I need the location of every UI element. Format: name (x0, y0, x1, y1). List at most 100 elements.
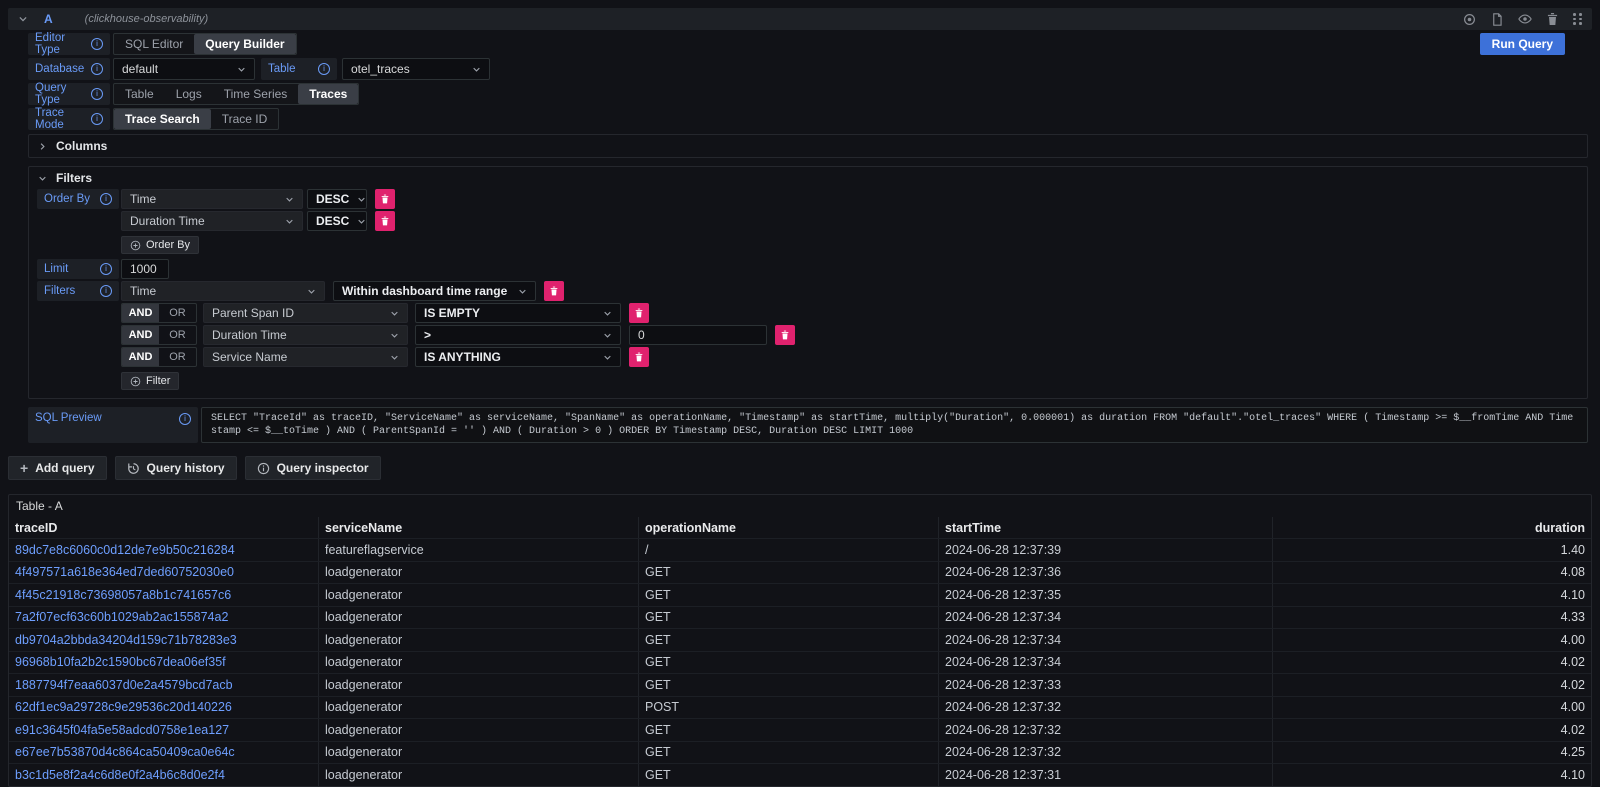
duration-cell: 4.33 (1273, 607, 1591, 629)
filter-field-select[interactable]: Duration Time (203, 325, 408, 345)
query-editor: A (clickhouse-observability) Run Query E… (8, 8, 1592, 443)
chevron-down-icon[interactable] (18, 14, 28, 24)
order-by-field-select[interactable]: Duration Time (121, 211, 303, 231)
query-row-header[interactable]: A (clickhouse-observability) (8, 8, 1592, 30)
database-select[interactable]: default (113, 58, 255, 80)
editor-type-query-builder[interactable]: Query Builder (194, 34, 295, 54)
duration-cell: 4.00 (1273, 629, 1591, 651)
trace-mode-trace-id[interactable]: Trace ID (211, 109, 279, 129)
trace-id-link[interactable]: 62df1ec9a29728c9e29536c20d140226 (15, 700, 232, 714)
query-type-logs[interactable]: Logs (165, 84, 213, 104)
editor-type-group: SQL Editor Query Builder (113, 33, 297, 55)
join-or-option[interactable]: OR (159, 326, 196, 344)
query-type-traces[interactable]: Traces (298, 84, 358, 104)
trace-mode-trace-search[interactable]: Trace Search (114, 109, 211, 129)
table-row: 4f45c21918c73698057a8b1c741657c6 loadgen… (9, 583, 1591, 606)
duration-cell: 4.10 (1273, 764, 1591, 786)
remove-filter-button[interactable] (544, 281, 564, 301)
trace-id-link[interactable]: b3c1d5e8f2a4c6d8e0f2a4b6c8d0e2f4 (15, 768, 225, 782)
run-query-button[interactable]: Run Query (1480, 33, 1565, 55)
table-row: b3c1d5e8f2a4c6d8e0f2a4b6c8d0e2f4 loadgen… (9, 763, 1591, 786)
chevron-down-icon (390, 331, 399, 340)
record-circle-icon[interactable] (1463, 13, 1476, 26)
history-icon (127, 462, 140, 475)
column-header-servicename[interactable]: serviceName (319, 517, 639, 538)
duration-cell: 4.25 (1273, 742, 1591, 764)
trace-id-link[interactable]: e67ee7b53870d4c864ca50409ca0e64c (15, 745, 235, 759)
column-header-operationname[interactable]: operationName (639, 517, 939, 538)
duration-cell: 4.00 (1273, 697, 1591, 719)
table-panel: Table - A traceID serviceName operationN… (8, 494, 1592, 787)
query-history-button[interactable]: Query history (115, 456, 237, 480)
filter-value-input[interactable] (629, 325, 767, 345)
duplicate-query-icon[interactable] (1491, 13, 1503, 26)
trash-icon (635, 352, 643, 362)
editor-type-row: Editor Typei SQL Editor Query Builder (28, 33, 1592, 55)
trace-id-link[interactable]: 7a2f07ecf63c60b1029ab2ac155874a2 (15, 610, 228, 624)
operation-name-cell: GET (639, 629, 939, 651)
info-icon: i (91, 63, 103, 75)
filter-field-select[interactable]: Service Name (203, 347, 408, 367)
service-name-cell: featureflagservice (319, 539, 639, 561)
operation-name-cell: GET (639, 719, 939, 741)
remove-order-by-button[interactable] (375, 189, 395, 209)
operation-name-cell: GET (639, 764, 939, 786)
filter-operator-select[interactable]: IS EMPTY (415, 303, 621, 323)
remove-filter-button[interactable] (629, 347, 649, 367)
join-and-option[interactable]: AND (122, 348, 159, 366)
chevron-down-icon (357, 195, 366, 204)
filter-operator-select[interactable]: > (415, 325, 621, 345)
order-by-direction-select[interactable]: DESC (307, 189, 367, 209)
remove-order-by-button[interactable] (375, 211, 395, 231)
trace-id-link[interactable]: 4f497571a618e364ed7ded60752030e0 (15, 565, 234, 579)
columns-section-header[interactable]: Columns (29, 135, 1587, 157)
limit-input[interactable] (121, 259, 169, 279)
query-type-table[interactable]: Table (114, 84, 165, 104)
plus-icon: + (20, 462, 28, 474)
column-header-traceid[interactable]: traceID (9, 517, 319, 538)
sql-preview-code: SELECT "TraceId" as traceID, "ServiceNam… (201, 407, 1588, 443)
join-or-option[interactable]: OR (159, 304, 196, 322)
panel-title[interactable]: Table - A (9, 495, 1591, 517)
add-query-button[interactable]: + Add query (8, 456, 107, 480)
join-or-option[interactable]: OR (159, 348, 196, 366)
remove-filter-button[interactable] (775, 325, 795, 345)
trace-id-link[interactable]: e91c3645f04fa5e58adcd0758e1ea127 (15, 723, 229, 737)
filter-operator-select[interactable]: IS ANYTHING (415, 347, 621, 367)
join-and-option[interactable]: AND (122, 326, 159, 344)
service-name-cell: loadgenerator (319, 629, 639, 651)
table-row: e67ee7b53870d4c864ca50409ca0e64c loadgen… (9, 741, 1591, 764)
drag-handle-icon[interactable] (1573, 13, 1582, 25)
trace-mode-group: Trace Search Trace ID (113, 108, 279, 130)
filters-section-header[interactable]: Filters (29, 167, 1587, 189)
add-order-by-button[interactable]: Order By (121, 236, 199, 254)
column-header-duration[interactable]: duration (1273, 517, 1591, 538)
query-inspector-button[interactable]: Query inspector (245, 456, 381, 480)
trace-id-link[interactable]: 96968b10fa2b2c1590bc67dea06ef35f (15, 655, 226, 669)
query-type-time-series[interactable]: Time Series (213, 84, 299, 104)
operation-name-cell: / (639, 539, 939, 561)
table-select[interactable]: otel_traces (342, 58, 490, 80)
column-header-starttime[interactable]: startTime (939, 517, 1273, 538)
trace-id-link[interactable]: 89dc7e8c6060c0d12de7e9b50c216284 (15, 543, 235, 557)
table-body: 89dc7e8c6060c0d12de7e9b50c216284 feature… (9, 538, 1591, 786)
chevron-down-icon (307, 287, 316, 296)
trace-mode-label: Trace Modei (28, 108, 110, 130)
remove-filter-button[interactable] (629, 303, 649, 323)
trace-id-link[interactable]: db9704a2bbda34204d159c71b78283e3 (15, 633, 237, 647)
editor-type-sql-editor[interactable]: SQL Editor (114, 34, 194, 54)
trace-id-link[interactable]: 4f45c21918c73698057a8b1c741657c6 (15, 588, 231, 602)
trace-id-cell: 4f497571a618e364ed7ded60752030e0 (9, 562, 319, 584)
add-filter-button[interactable]: Filter (121, 372, 179, 390)
filter-field-select[interactable]: Time (121, 281, 325, 301)
start-time-cell: 2024-06-28 12:37:32 (939, 697, 1273, 719)
eye-icon[interactable] (1518, 12, 1532, 26)
order-by-field-select[interactable]: Time (121, 189, 303, 209)
join-and-option[interactable]: AND (122, 304, 159, 322)
trace-id-link[interactable]: 1887794f7eaa6037d0e2a4579bcd7acb (15, 678, 233, 692)
trash-icon[interactable] (1547, 13, 1558, 25)
order-by-direction-select[interactable]: DESC (307, 211, 367, 231)
operation-name-cell: POST (639, 697, 939, 719)
filter-field-select[interactable]: Parent Span ID (203, 303, 408, 323)
filter-operator-select[interactable]: Within dashboard time range (333, 281, 536, 301)
